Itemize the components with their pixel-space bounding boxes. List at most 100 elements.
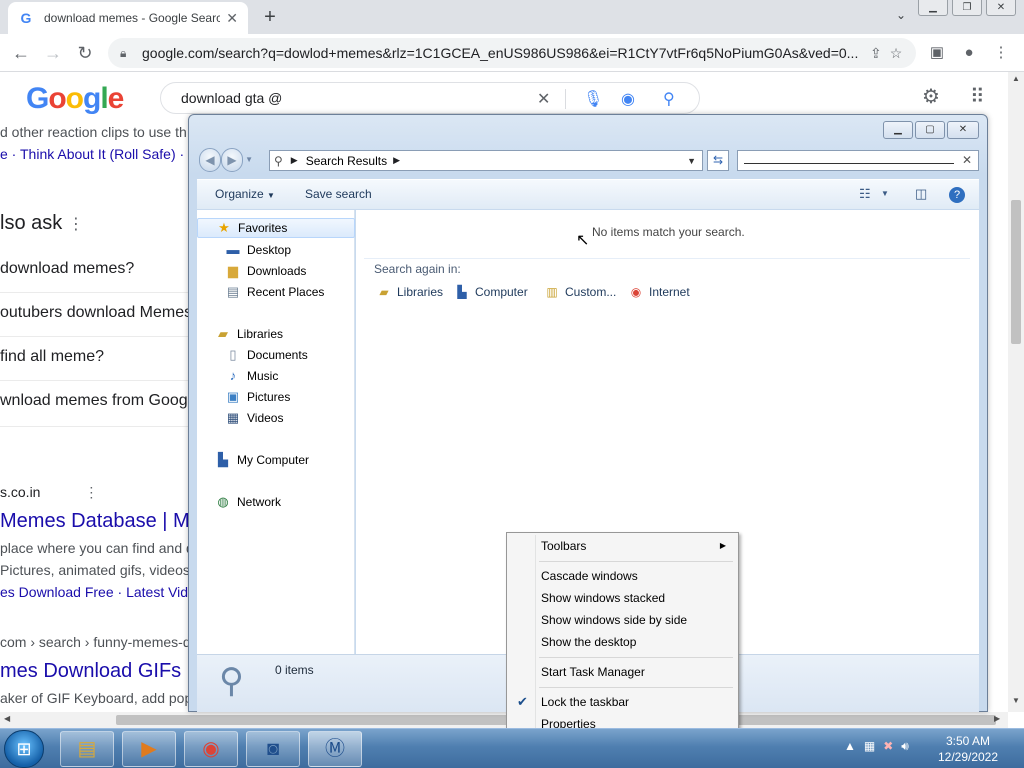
search-again-libraries[interactable]: ▰ Libraries — [376, 284, 443, 300]
settings-gear-icon[interactable]: ⚙ — [922, 84, 940, 109]
search-again-computer[interactable]: ▙ Computer — [454, 284, 527, 300]
nav-music[interactable]: ♪ Music — [197, 366, 355, 386]
scroll-right-icon[interactable]: ▶ — [994, 714, 1000, 723]
google-logo[interactable]: Google — [26, 82, 124, 116]
tab-search-chevron-icon[interactable]: ⌄ — [896, 8, 906, 22]
preview-pane-icon[interactable]: ◫ — [915, 186, 927, 202]
menu-kebab-icon[interactable]: ⋮ — [990, 42, 1012, 64]
close-button[interactable]: ✕ — [947, 121, 979, 139]
microphone-icon[interactable]: 🎙︎ — [583, 89, 603, 109]
explorer-address-bar[interactable]: ⚲ ▶ Search Results ▶ ▼ — [269, 150, 703, 171]
address-bar[interactable]: 🔒︎ google.com/search?q=dowlod+memes&rlz=… — [108, 38, 916, 68]
search-icon[interactable]: ⚲ — [663, 89, 675, 109]
minimize-button[interactable]: ▁ — [883, 121, 913, 139]
refresh-icon[interactable]: ⇆ — [707, 150, 729, 171]
forward-icon[interactable]: → — [42, 42, 64, 64]
tab-google-search[interactable]: G download memes - Google Search ✕ — [8, 2, 248, 34]
more-options-icon[interactable]: ⋮ — [68, 216, 84, 233]
address-dropdown-icon[interactable]: ▼ — [687, 156, 696, 166]
reload-icon[interactable]: ↻ — [74, 42, 96, 64]
maximize-button[interactable]: ▢ — [915, 121, 945, 139]
nav-documents[interactable]: ▯ Documents — [197, 345, 355, 365]
organize-button[interactable]: Organize ▼ — [215, 187, 275, 201]
taskbar-media-player-icon[interactable]: ▶ — [122, 731, 176, 767]
result-title[interactable]: mes Download GIFs | — [0, 660, 190, 683]
action-center-alert-icon[interactable]: ✖ — [883, 739, 893, 754]
more-options-icon[interactable]: ⋮ — [84, 484, 98, 500]
views-icon[interactable]: ☷ — [859, 186, 871, 202]
share-icon[interactable]: ⇪ — [870, 45, 882, 62]
side-panel-icon[interactable]: ▣ — [926, 42, 948, 64]
question-item[interactable]: download memes? — [0, 260, 134, 278]
network-icon[interactable]: ▦ — [864, 739, 875, 754]
explorer-search-field[interactable]: ✕ — [737, 150, 979, 171]
breadcrumb-arrow-icon[interactable]: ▶ — [291, 155, 298, 166]
nav-libraries[interactable]: ▰ Libraries — [197, 324, 355, 344]
help-icon[interactable]: ? — [949, 187, 965, 203]
nav-pictures[interactable]: ▣ Pictures — [197, 387, 355, 407]
back-icon[interactable]: ← — [10, 42, 32, 64]
nav-network[interactable]: ◍ Network — [197, 492, 355, 512]
taskbar-context-menu: Toolbars ▶ Cascade windows Show windows s… — [506, 532, 739, 738]
search-query[interactable]: download gta @ — [181, 90, 282, 106]
scroll-up-icon[interactable]: ▲ — [1012, 74, 1020, 83]
taskbar-chrome-icon[interactable]: ◉ — [184, 731, 238, 767]
page-vertical-scrollbar[interactable]: ▲ ▼ — [1008, 72, 1024, 712]
taskbar-explorer-icon[interactable]: ▤ — [60, 731, 114, 767]
result-sitelinks[interactable]: es Download Free · Latest Vide — [0, 584, 190, 600]
back-icon[interactable]: ◀ — [199, 148, 222, 172]
save-search-button[interactable]: Save search — [305, 187, 372, 201]
nav-my-computer[interactable]: ▙ My Computer — [197, 450, 355, 470]
scroll-left-icon[interactable]: ◀ — [4, 714, 10, 723]
tab-close-icon[interactable]: ✕ — [226, 10, 238, 27]
question-item[interactable]: wnload memes from Goog — [0, 392, 188, 410]
views-dropdown-icon[interactable]: ▼ — [881, 189, 889, 198]
menu-item-side-by-side[interactable]: Show windows side by side — [509, 609, 736, 631]
volume-icon[interactable]: 🔊︎ — [901, 739, 909, 754]
show-hidden-icons-icon[interactable]: ▲ — [844, 739, 856, 754]
breadcrumb-arrow-icon[interactable]: ▶ — [393, 155, 400, 166]
nav-downloads[interactable]: ▆ Downloads — [197, 261, 355, 281]
nav-videos[interactable]: ▦ Videos — [197, 408, 355, 428]
apps-grid-icon[interactable]: ⠿ — [970, 84, 985, 109]
page-horizontal-scrollbar[interactable]: ◀ ▶ — [0, 712, 1008, 728]
bookmark-star-icon[interactable]: ☆ — [890, 45, 903, 62]
nav-desktop[interactable]: ▬ Desktop — [197, 240, 355, 260]
menu-item-cascade-windows[interactable]: Cascade windows — [509, 565, 736, 587]
start-orb-icon[interactable]: ⊞ — [4, 730, 44, 768]
camera-lens-icon[interactable]: ◉ — [621, 89, 635, 109]
profile-avatar-icon[interactable]: ● — [958, 42, 980, 64]
menu-item-task-manager[interactable]: Start Task Manager — [509, 661, 736, 683]
clear-icon[interactable]: ✕ — [537, 89, 550, 109]
taskbar-active-app-icon[interactable]: Ⓜ — [308, 731, 362, 767]
menu-item-show-desktop[interactable]: Show the desktop — [509, 631, 736, 653]
result-title[interactable]: Memes Database | Me — [0, 510, 190, 533]
system-clock[interactable]: 3:50 AM 12/29/2022 — [926, 733, 1010, 765]
scrollbar-thumb[interactable] — [1011, 200, 1021, 344]
close-button[interactable]: ✕ — [986, 0, 1016, 16]
forward-icon[interactable]: ▶ — [221, 148, 244, 172]
question-item[interactable]: outubers download Memes — [0, 304, 190, 322]
nav-favorites[interactable]: ★ Favorites — [197, 218, 355, 238]
breadcrumb[interactable]: Search Results — [306, 154, 387, 168]
divider — [565, 89, 566, 109]
result-sitelink[interactable]: e · Think About It (Roll Safe) · W — [0, 146, 190, 162]
new-tab-button[interactable]: + — [258, 6, 282, 28]
search-again-custom[interactable]: ▥ Custom... — [544, 284, 616, 300]
restore-button[interactable]: ❐ — [952, 0, 982, 16]
scroll-down-icon[interactable]: ▼ — [1012, 696, 1020, 705]
sitelink-text: Think About It (Roll Safe) — [20, 146, 176, 162]
clear-search-icon[interactable]: ✕ — [962, 153, 972, 167]
menu-item-toolbars[interactable]: Toolbars ▶ — [509, 535, 736, 557]
minimize-button[interactable]: ▁ — [918, 0, 948, 16]
google-search-box[interactable]: download gta @ ✕ 🎙︎ ◉ ⚲ — [160, 82, 700, 114]
menu-item-show-stacked[interactable]: Show windows stacked — [509, 587, 736, 609]
history-dropdown-icon[interactable]: ▼ — [245, 148, 253, 172]
taskbar-app-icon[interactable]: ◙ — [246, 731, 300, 767]
question-item[interactable]: find all meme? — [0, 348, 104, 366]
menu-label: Lock the taskbar — [541, 695, 630, 709]
nav-label: Network — [237, 495, 282, 509]
menu-item-lock-taskbar[interactable]: ✔ Lock the taskbar — [509, 691, 736, 713]
nav-recent-places[interactable]: ▤ Recent Places — [197, 282, 355, 302]
search-again-internet[interactable]: ◉ Internet — [628, 284, 690, 300]
